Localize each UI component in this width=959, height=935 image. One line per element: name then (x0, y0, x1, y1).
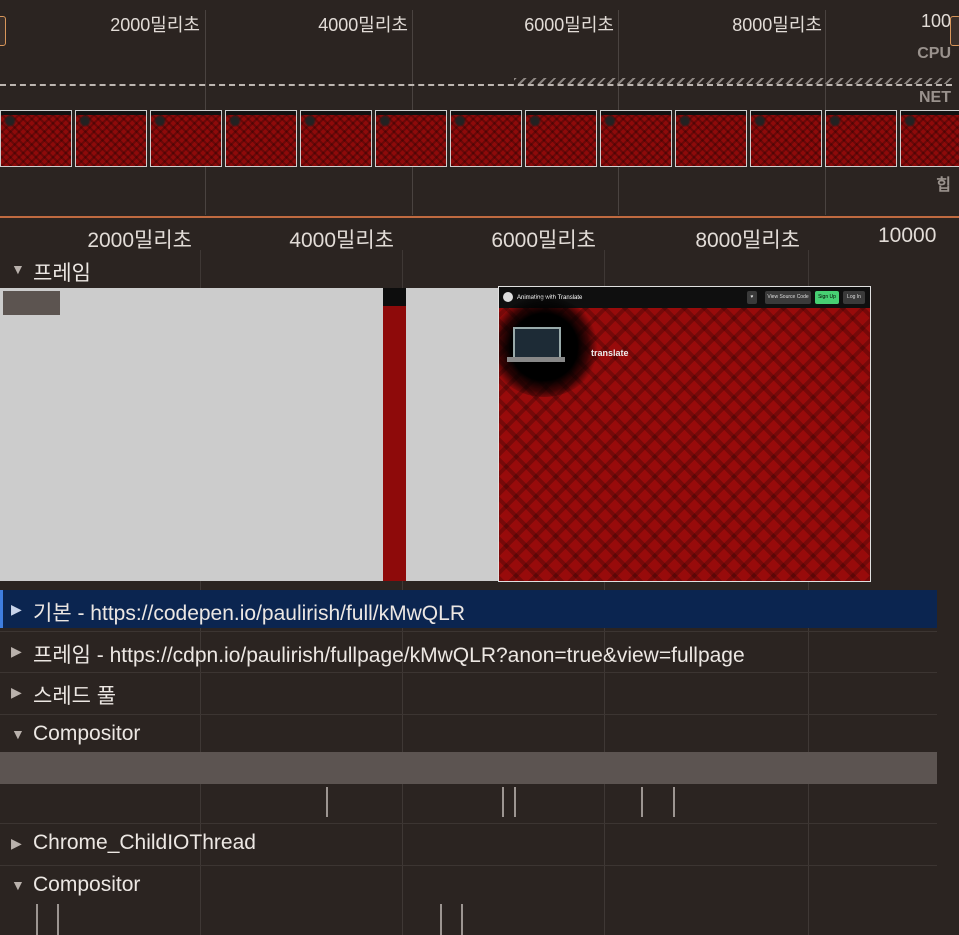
preview-button: Sign Up (815, 291, 839, 304)
track-header-subframe[interactable]: ▶ 프레임 - https://cdpn.io/paulirish/fullpa… (0, 631, 937, 669)
filmstrip-thumbnail[interactable] (900, 110, 959, 167)
compositor-task-bar[interactable] (0, 752, 937, 784)
selection-indicator (0, 590, 3, 628)
track-title: 프레임 (33, 262, 91, 285)
laptop-icon (513, 327, 561, 359)
filmstrip-thumbnail[interactable] (225, 110, 297, 167)
track-title: 프레임 - https://cdpn.io/paulirish/fullpage… (33, 644, 745, 667)
track-header-main[interactable]: ▶ 기본 - https://codepen.io/paulirish/full… (0, 590, 937, 628)
frame-block[interactable] (406, 288, 498, 581)
event-tick[interactable] (326, 787, 328, 817)
event-tick[interactable] (673, 787, 675, 817)
frame-marker (3, 291, 60, 315)
overview-tick-label: 4000밀리초 (318, 15, 408, 35)
expand-triangle-icon[interactable]: ▶ (11, 643, 22, 660)
net-row-label: NET (919, 89, 951, 106)
track-header-compositor[interactable]: ▼ Compositor (0, 714, 937, 752)
filmstrip-thumbnail[interactable] (825, 110, 897, 167)
filmstrip-thumbnail[interactable] (0, 110, 72, 167)
heap-row-label: 힙 (936, 177, 951, 194)
track-title: Compositor (33, 722, 141, 745)
overview-left-handle[interactable] (0, 16, 6, 46)
preview-body-text: translate (591, 348, 629, 358)
expand-triangle-icon[interactable]: ▼ (11, 726, 25, 742)
frame-screenshot[interactable]: Animating with Translate ♥ View Source C… (498, 286, 871, 582)
preview-button: Log In (843, 291, 865, 304)
heart-icon: ♥ (747, 291, 757, 304)
filmstrip-thumbnail[interactable] (750, 110, 822, 167)
filmstrip-thumbnail[interactable] (600, 110, 672, 167)
overview-right-handle[interactable] (950, 16, 959, 46)
filmstrip-thumbnail[interactable] (75, 110, 147, 167)
cpu-row-label: CPU (917, 45, 951, 62)
expand-triangle-icon[interactable]: ▶ (11, 601, 22, 618)
preview-button: View Source Code (765, 291, 811, 304)
filmstrip[interactable] (0, 110, 959, 170)
filmstrip-thumbnail[interactable] (450, 110, 522, 167)
filmstrip-thumbnail[interactable] (525, 110, 597, 167)
event-tick[interactable] (502, 787, 504, 817)
frame-block[interactable] (383, 288, 406, 581)
filmstrip-thumbnail[interactable] (300, 110, 372, 167)
event-tick[interactable] (461, 904, 463, 935)
ruler-tick-label: 10000 (878, 224, 937, 247)
overview-tick-label: 8000밀리초 (732, 15, 822, 35)
laptop-base (507, 357, 565, 362)
track-header-frames[interactable]: ▼ 프레임 (0, 250, 937, 288)
cpu-activity-line (0, 84, 952, 86)
cpu-activity-hatch (514, 78, 952, 84)
track-title: Chrome_ChildIOThread (33, 831, 256, 854)
track-title: 스레드 풀 (33, 685, 117, 708)
expand-triangle-icon[interactable]: ▶ (11, 835, 22, 852)
expand-triangle-icon[interactable]: ▼ (11, 261, 25, 277)
event-tick[interactable] (36, 904, 38, 935)
event-tick[interactable] (57, 904, 59, 935)
event-tick[interactable] (514, 787, 516, 817)
codepen-logo-icon (503, 292, 513, 302)
track-header-compositor[interactable]: ▼ Compositor (0, 865, 937, 903)
event-tick[interactable] (641, 787, 643, 817)
track-title: 기본 - https://codepen.io/paulirish/full/k… (33, 602, 465, 625)
expand-triangle-icon[interactable]: ▼ (11, 877, 25, 893)
filmstrip-thumbnail[interactable] (375, 110, 447, 167)
overview-tick-label: 2000밀리초 (110, 15, 200, 35)
filmstrip-thumbnail[interactable] (150, 110, 222, 167)
expand-triangle-icon[interactable]: ▶ (11, 684, 22, 701)
overview-tick-label: 6000밀리초 (524, 15, 614, 35)
track-title: Compositor (33, 873, 141, 896)
event-tick[interactable] (440, 904, 442, 935)
timeline-overview[interactable]: 2000밀리초 4000밀리초 6000밀리초 8000밀리초 100 CPU … (0, 0, 959, 218)
frame-block[interactable] (0, 288, 383, 581)
track-header-thread-pool[interactable]: ▶ 스레드 풀 (0, 672, 937, 710)
time-ruler: 2000밀리초 4000밀리초 6000밀리초 8000밀리초 10000 (0, 218, 959, 254)
filmstrip-thumbnail[interactable] (675, 110, 747, 167)
track-header-child-io[interactable]: ▶ Chrome_ChildIOThread (0, 823, 937, 861)
